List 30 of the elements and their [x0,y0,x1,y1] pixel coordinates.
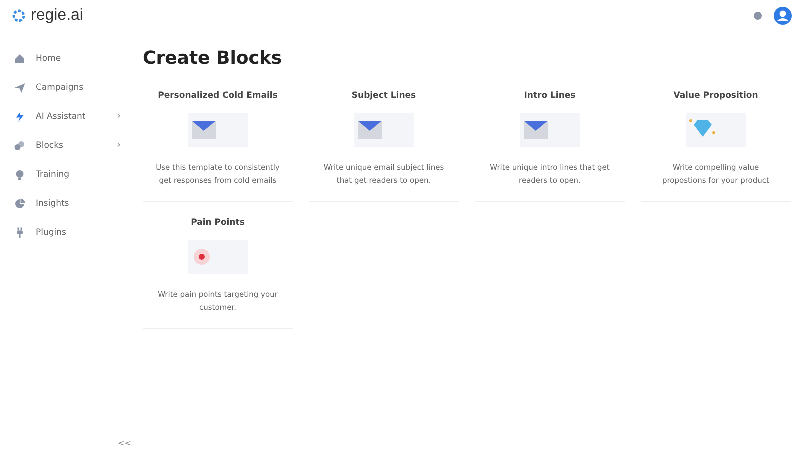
sidebar-item[interactable]: Home [0,44,135,73]
house-icon [14,52,26,64]
lightning-icon [14,110,26,122]
pie-chart-icon [14,198,26,210]
sidebar-item[interactable]: Insights [0,189,135,218]
sidebar-item[interactable]: Blocks › [0,131,135,160]
envelope-icon [520,113,580,147]
circles-icon [14,140,26,152]
collapse-button[interactable]: << [118,439,132,448]
target-icon [188,240,248,274]
paper-plane-icon [14,82,26,94]
plug-icon [14,226,26,238]
avatar-icon[interactable] [774,7,792,25]
logo-icon [12,9,26,23]
card-title: Value Proposition [674,91,758,101]
card-title: Subject Lines [352,91,416,101]
envelope-icon [188,113,248,147]
sidebar-item[interactable]: Campaigns [0,73,135,102]
page-title: Create Blocks [143,48,284,69]
bulb-icon [14,168,26,180]
sidebar-item[interactable]: Plugins [0,218,135,247]
sidebar-item[interactable]: AI Assistant › [0,102,135,131]
card-title: Personalized Cold Emails [158,91,278,101]
chevron-icon: › [117,140,121,151]
chevron-icon: › [117,111,121,122]
envelope-icon [354,113,414,147]
card-title: Intro Lines [524,91,576,101]
sidebar-item[interactable]: Training [0,160,135,189]
card-title: Pain Points [191,218,245,228]
logo-text: regie.ai [31,7,84,25]
